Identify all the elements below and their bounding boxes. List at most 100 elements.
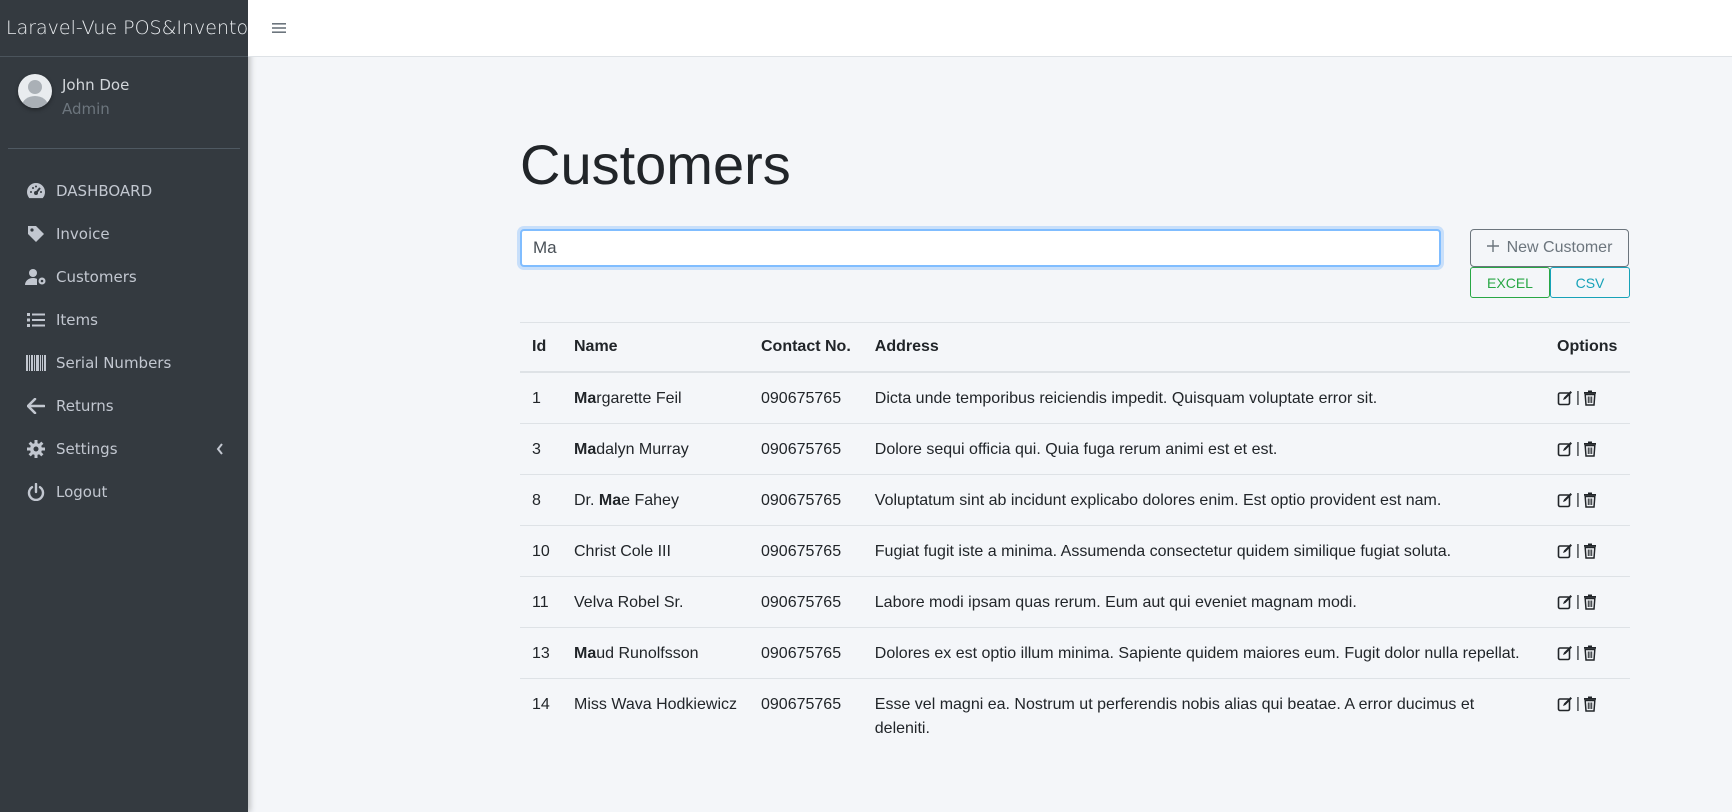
name-text: Dr. (574, 491, 599, 509)
cell-options: | (1545, 524, 1630, 576)
table-row: 8 Dr. Mae Fahey 090675765 Voluptatum sint a… (520, 473, 1630, 525)
cell-address: Voluptatum sint ab incidunt explicabo do… (862, 473, 1545, 525)
edit-icon[interactable] (1557, 492, 1573, 508)
gear-icon (25, 439, 47, 459)
cell-name: Dr. Mae Fahey (562, 473, 749, 525)
user-name[interactable]: John Doe (62, 76, 129, 94)
user-role: Admin (62, 100, 110, 118)
cell-id: 10 (520, 524, 562, 576)
trash-icon[interactable] (1583, 645, 1599, 661)
column-header-name[interactable]: Name (562, 322, 749, 373)
cell-contact: 090675765 (761, 389, 842, 407)
name-match-highlight: Ma (574, 644, 597, 662)
option-separator: | (1576, 439, 1580, 457)
name-text: Miss Wava Hodkiewicz (574, 695, 737, 713)
trash-icon[interactable] (1583, 492, 1599, 508)
edit-icon[interactable] (1557, 594, 1573, 610)
plus-icon (1486, 239, 1499, 257)
option-separator: | (1576, 490, 1580, 508)
option-separator: | (1576, 643, 1580, 661)
csv-export-button[interactable]: CSV (1550, 267, 1630, 298)
edit-icon[interactable] (1557, 390, 1573, 406)
name-match-highlight: Ma (574, 440, 597, 458)
cell-options: | (1545, 473, 1630, 525)
name-text: e Fahey (621, 491, 679, 509)
cell-name: Miss Wava Hodkiewicz (562, 677, 749, 753)
sidebar-item-dashboard[interactable]: DASHBOARD (0, 169, 248, 212)
option-separator: | (1576, 388, 1580, 406)
cell-id: 3 (520, 422, 562, 474)
sidebar-item-label: Customers (56, 267, 137, 286)
cell-id: 11 (520, 575, 562, 627)
cell-address: Fugiat fugit iste a minima. Assumenda co… (862, 524, 1545, 576)
cell-id: 8 (520, 473, 562, 525)
trash-icon[interactable] (1583, 696, 1599, 712)
cell-id: 13 (520, 626, 562, 678)
cell-contact: 090675765 (749, 524, 863, 576)
table-body: 1 Margarette Feil 090675765 Dicta unde temp… (520, 372, 1630, 753)
sidebar-item-label: Logout (56, 482, 108, 501)
cell-address: Labore modi ipsam quas rerum. Eum aut qu… (862, 575, 1545, 627)
option-separator: | (1576, 694, 1580, 712)
cell-id: 14 (520, 677, 562, 753)
cell-id: 1 (532, 389, 541, 407)
name-text: Velva Robel Sr. (574, 593, 684, 611)
cell-address: Dolores ex est optio illum minima. Sapie… (862, 626, 1545, 678)
sidebar-item-logout[interactable]: Logout (0, 470, 248, 513)
edit-icon[interactable] (1557, 645, 1573, 661)
cell-contact: 090675765 (749, 575, 863, 627)
sidebar-item-label: DASHBOARD (56, 181, 153, 200)
sidebar-item-settings[interactable]: Settings (0, 427, 248, 470)
option-separator: | (1576, 541, 1580, 559)
sidebar-item-label: Invoice (56, 224, 110, 243)
sidebar: Laravel-Vue POS&Inventory John Doe Admin… (0, 0, 248, 812)
brand-link[interactable]: Laravel-Vue POS&Inventory (0, 0, 248, 57)
name-match-highlight: Ma (598, 491, 622, 509)
avatar[interactable] (18, 74, 52, 108)
edit-icon[interactable] (1557, 696, 1573, 712)
cell-options: | (1545, 677, 1630, 753)
excel-export-button[interactable]: EXCEL (1470, 267, 1550, 298)
sidebar-item-customers[interactable]: Customers (0, 255, 248, 298)
barcode-icon (25, 353, 47, 373)
column-header-contact[interactable]: Contact No. (749, 322, 863, 373)
sidebar-item-invoice[interactable]: Invoice (0, 212, 248, 255)
name-text: rgarette Feil (596, 389, 682, 407)
table-row: 3 Madalyn Murray 090675765 Dolore sequi off… (520, 422, 1630, 474)
name-text: ud Runolfsson (596, 644, 699, 662)
column-header-address[interactable]: Address (862, 322, 1545, 373)
top-navbar (248, 0, 1732, 57)
chevron-left-icon[interactable] (216, 441, 224, 459)
cell-address: Dicta unde temporibus reiciendis impedit… (874, 389, 1378, 407)
sidebar-item-items[interactable]: Items (0, 298, 248, 341)
new-customer-button[interactable]: New Customer (1470, 229, 1629, 267)
column-header-options: Options (1545, 322, 1630, 373)
page-title: Customers (520, 133, 791, 196)
table-row: 1 Margarette Feil 090675765 Dicta unde temp… (520, 372, 1630, 424)
trash-icon[interactable] (1583, 543, 1599, 559)
cell-name: Margarette Feil (562, 372, 749, 424)
column-header-id[interactable]: Id (520, 322, 562, 373)
trash-icon[interactable] (1583, 594, 1599, 610)
cell-contact: 090675765 (749, 422, 863, 474)
sidebar-item-returns[interactable]: Returns (0, 384, 248, 427)
customers-table: Id Name Contact No. Address Options 1 Mar… (520, 322, 1630, 753)
trash-icon[interactable] (1583, 441, 1599, 457)
table-row: 13 Maud Runolfsson 090675765 Dolores ex est… (520, 626, 1630, 678)
name-text: dalyn Murray (596, 440, 689, 458)
hamburger-menu-icon[interactable] (271, 20, 287, 36)
trash-icon[interactable] (1583, 390, 1599, 406)
cell-name: Maud Runolfsson (562, 626, 749, 678)
cell-options: | (1545, 422, 1630, 474)
name-text: Christ Cole III (574, 542, 671, 560)
cell-address: Esse vel magni ea. Nostrum ut perferendi… (862, 677, 1545, 753)
sidebar-item-serial-numbers[interactable]: Serial Numbers (0, 341, 248, 384)
table-row: 14 Miss Wava Hodkiewicz 090675765 Esse vel … (520, 677, 1630, 753)
edit-icon[interactable] (1557, 543, 1573, 559)
search-input[interactable] (520, 229, 1441, 267)
cell-options: | (1545, 626, 1630, 678)
cell-contact: 090675765 (749, 473, 863, 525)
edit-icon[interactable] (1557, 441, 1573, 457)
cell-options: | (1545, 575, 1630, 627)
option-separator: | (1576, 592, 1580, 610)
